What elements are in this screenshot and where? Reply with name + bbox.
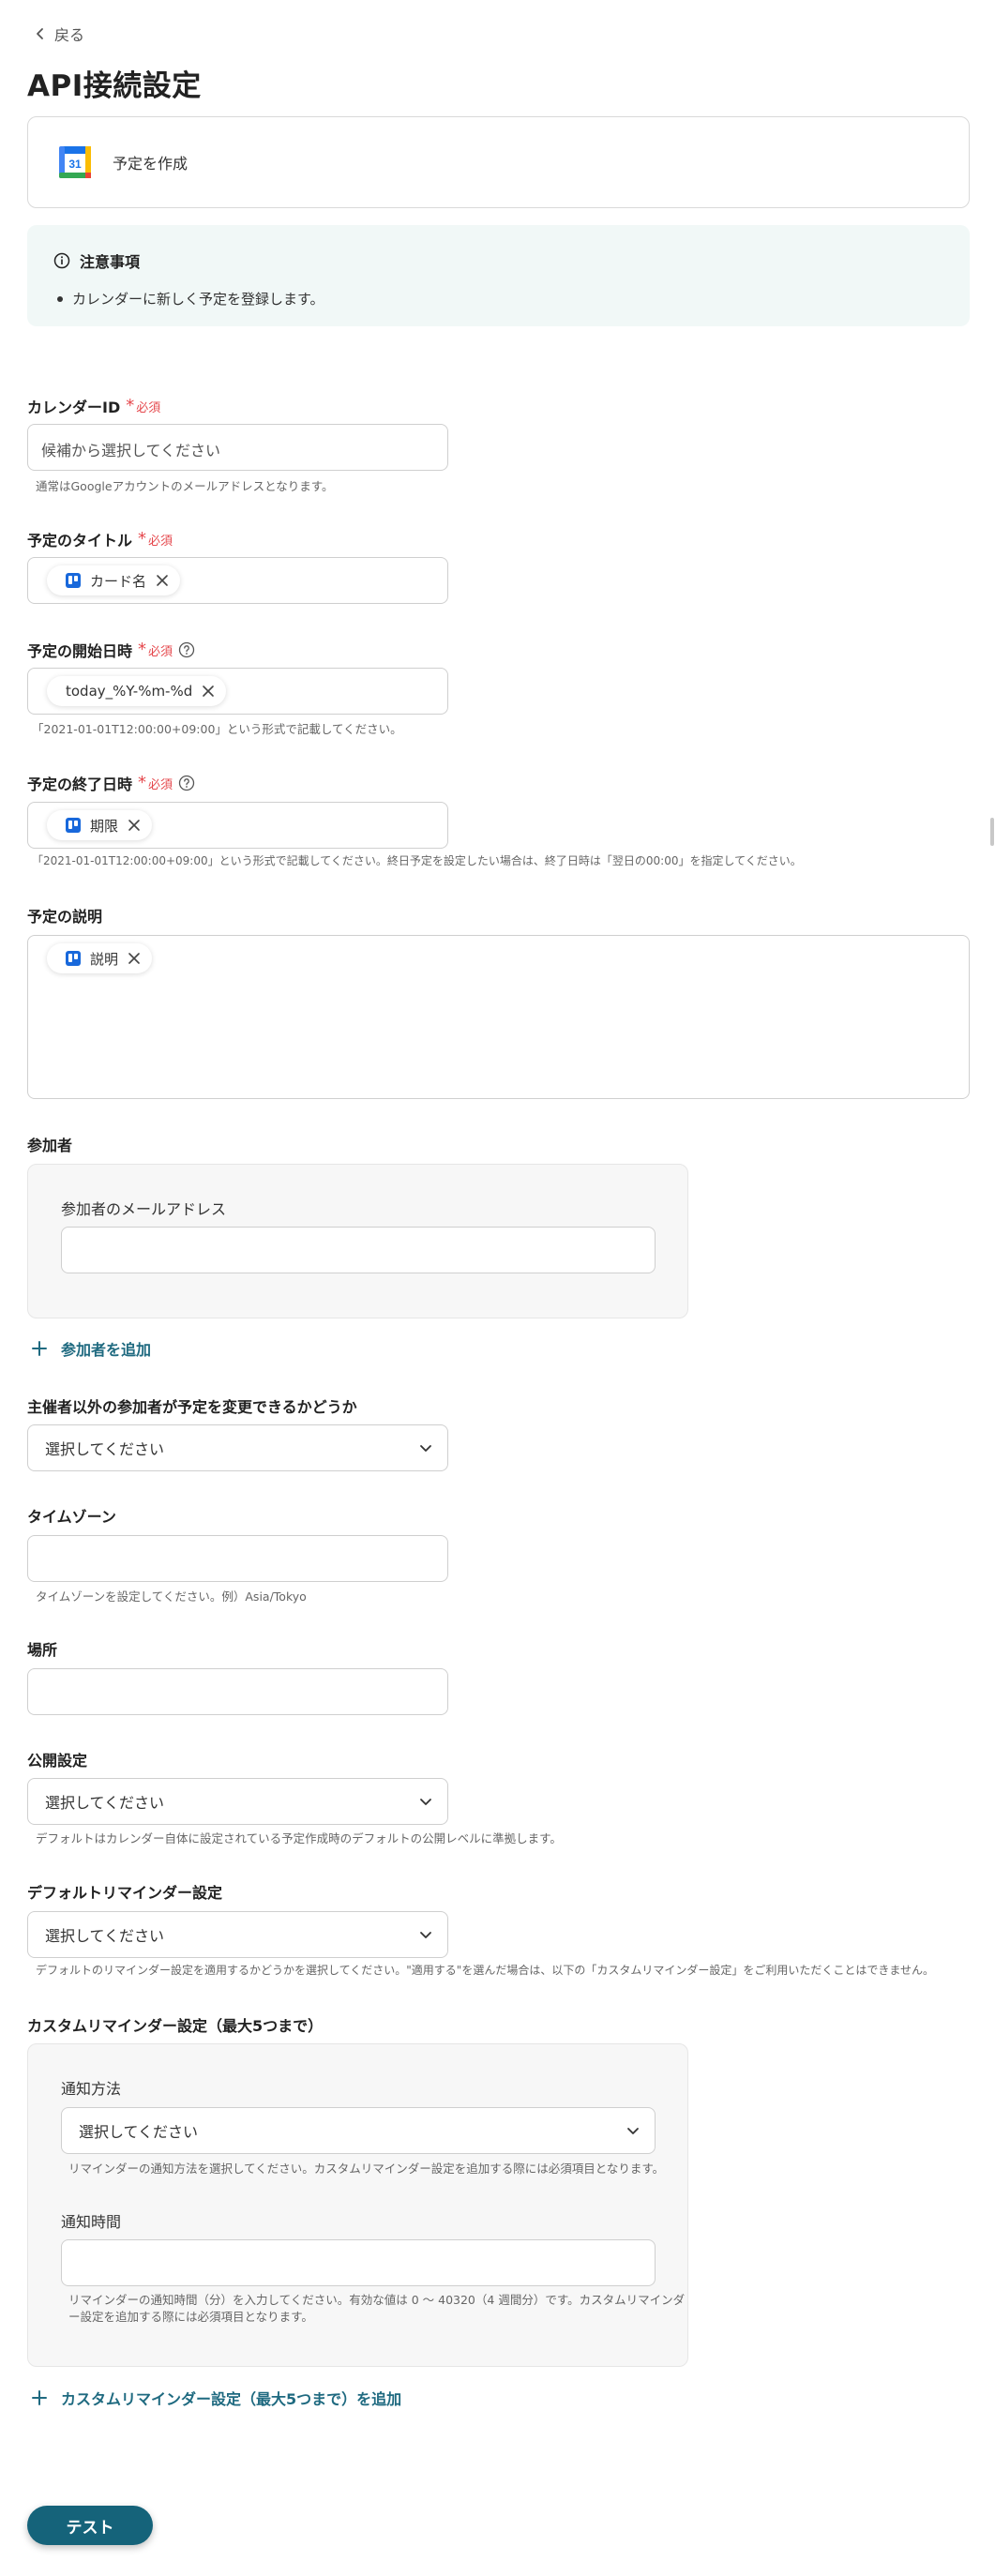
variable-chip[interactable]: 期限	[47, 810, 153, 840]
back-label: 戻る	[54, 26, 85, 44]
notice-box: 注意事項 カレンダーに新しく予定を登録します。	[27, 225, 970, 326]
default-reminders-hint: デフォルトのリマインダー設定を適用するかどうかを選択してください。"適用する"を…	[36, 1964, 934, 1977]
add-attendee-button[interactable]: 参加者を追加	[31, 1337, 151, 1360]
reminder-minutes-hint: リマインダーの通知時間（分）を入力してください。有効な値は 0 〜 40320（…	[68, 2293, 686, 2324]
required-badge: * 必須	[126, 396, 161, 415]
calendar-day: 31	[68, 158, 82, 171]
chip-label: カード名	[90, 572, 147, 590]
attendee-email-input[interactable]	[61, 1227, 656, 1273]
start-hint: 「2021-01-01T12:00:00+09:00」という形式で記載してくださ…	[32, 722, 402, 736]
variable-chip[interactable]: カード名	[47, 565, 181, 595]
guests-modify-select[interactable]: 選択してください	[27, 1424, 448, 1471]
close-icon[interactable]	[128, 952, 141, 965]
reminder-method-select[interactable]: 選択してください	[61, 2107, 656, 2154]
scrollbar-thumb[interactable]	[990, 818, 994, 846]
title-input[interactable]: カード名	[27, 557, 448, 604]
help-icon[interactable]	[178, 641, 195, 658]
required-badge: * 必須	[138, 640, 173, 659]
visibility-hint: デフォルトはカレンダー自体に設定されている予定作成時のデフォルトの公開レベルに準…	[36, 1831, 562, 1845]
chevron-down-icon	[627, 2128, 639, 2134]
timezone-hint: タイムゾーンを設定してください。例）Asia/Tokyo	[36, 1589, 307, 1604]
plus-icon	[32, 2390, 47, 2405]
calendar-id-hint: 通常はGoogleアカウントのメールアドレスとなります。	[36, 479, 334, 493]
test-button[interactable]: テスト	[27, 2506, 153, 2545]
reminder-method-hint: リマインダーの通知方法を選択してください。カスタムリマインダー設定を追加する際に…	[68, 2162, 665, 2176]
required-badge: * 必須	[138, 773, 173, 792]
help-icon[interactable]	[178, 775, 195, 791]
calendar-id-label: カレンダーID * 必須	[27, 396, 161, 417]
notice-header: 注意事項	[53, 249, 943, 272]
close-icon[interactable]	[156, 574, 169, 587]
default-reminders-label: デフォルトリマインダー設定	[27, 1884, 223, 1902]
variable-chip[interactable]: today_%Y-%m-%d	[47, 676, 227, 706]
custom-reminders-label: カスタムリマインダー設定（最大5つまで）	[27, 2017, 324, 2035]
chevron-down-icon	[420, 1445, 431, 1452]
reminder-minutes-label: 通知時間	[61, 2213, 122, 2231]
chip-label: 説明	[90, 950, 119, 968]
custom-reminders-panel: 通知方法 選択してください リマインダーの通知方法を選択してください。カスタムリ…	[27, 2043, 688, 2367]
trello-icon	[66, 818, 81, 833]
guests-modify-label: 主催者以外の参加者が予定を変更できるかどうか	[27, 1398, 357, 1416]
calendar-id-input[interactable]: 候補から選択してください	[27, 424, 448, 471]
action-label: 予定を作成	[113, 155, 188, 173]
trello-icon	[66, 573, 81, 588]
description-input[interactable]: 説明	[27, 935, 970, 1099]
notice-item: カレンダーに新しく予定を登録します。	[53, 289, 943, 309]
timezone-input[interactable]	[27, 1535, 448, 1582]
variable-chip[interactable]: 説明	[47, 943, 153, 973]
title-label: 予定のタイトル * 必須	[27, 529, 173, 550]
required-badge: * 必須	[138, 529, 173, 549]
close-icon[interactable]	[128, 819, 141, 832]
info-icon	[53, 252, 70, 269]
chevron-down-icon	[420, 1932, 431, 1938]
timezone-label: タイムゾーン	[27, 1508, 116, 1526]
chip-label: today_%Y-%m-%d	[66, 683, 193, 700]
chevron-down-icon	[420, 1799, 431, 1805]
end-input[interactable]: 期限	[27, 802, 448, 849]
visibility-select[interactable]: 選択してください	[27, 1778, 448, 1825]
reminder-minutes-input[interactable]	[61, 2239, 656, 2286]
back-link[interactable]: 戻る	[34, 23, 84, 45]
description-label: 予定の説明	[27, 908, 103, 926]
reminder-method-label: 通知方法	[61, 2080, 122, 2098]
end-hint: 「2021-01-01T12:00:00+09:00」という形式で記載してくださ…	[32, 854, 802, 867]
start-input[interactable]: today_%Y-%m-%d	[27, 668, 448, 715]
add-custom-reminder-button[interactable]: カスタムリマインダー設定（最大5つまで）を追加	[31, 2387, 401, 2409]
attendee-email-label: 参加者のメールアドレス	[61, 1200, 227, 1218]
page-title: API接続設定	[27, 69, 202, 103]
location-input[interactable]	[27, 1668, 448, 1715]
close-icon[interactable]	[202, 685, 215, 698]
plus-icon	[32, 1341, 47, 1356]
notice-title: 注意事項	[80, 253, 141, 271]
action-card: 31 予定を作成	[27, 116, 970, 208]
trello-icon	[66, 951, 81, 966]
google-calendar-icon: 31	[59, 146, 91, 178]
location-label: 場所	[27, 1641, 58, 1659]
default-reminders-select[interactable]: 選択してください	[27, 1911, 448, 1958]
end-label: 予定の終了日時 * 必須	[27, 772, 195, 794]
chevron-left-icon	[37, 28, 43, 39]
calendar-id-placeholder: 候補から選択してください	[41, 442, 221, 459]
attendees-label: 参加者	[27, 1137, 73, 1154]
attendees-panel: 参加者のメールアドレス	[27, 1164, 688, 1318]
start-label: 予定の開始日時 * 必須	[27, 639, 195, 661]
chip-label: 期限	[90, 817, 119, 835]
visibility-label: 公開設定	[27, 1752, 88, 1770]
